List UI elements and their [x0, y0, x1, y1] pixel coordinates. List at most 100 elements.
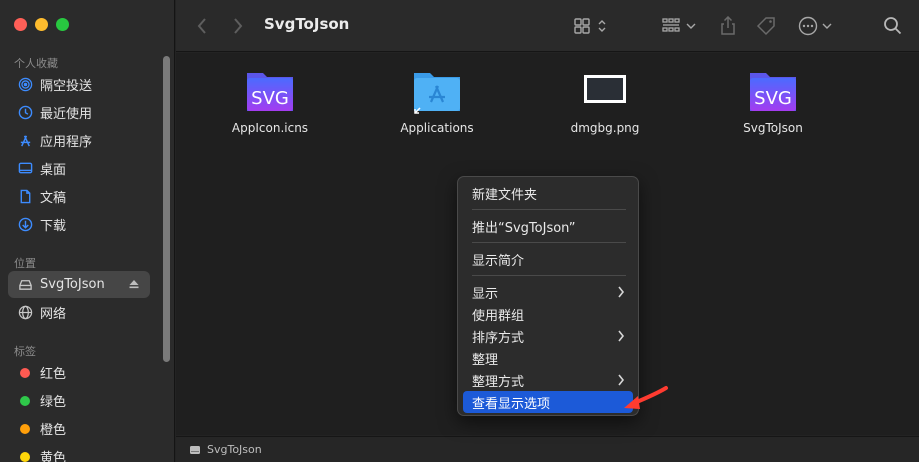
sidebar-item-applications[interactable]: 应用程序	[8, 127, 150, 154]
sidebar-item-label: 隔空投送	[40, 79, 93, 94]
sidebar-scrollbar[interactable]	[163, 56, 170, 362]
menu-item-sort-by[interactable]: 排序方式	[463, 325, 633, 347]
green-tag-icon	[20, 395, 30, 406]
sidebar-tag-orange[interactable]: 橙色	[8, 415, 150, 442]
file-item-svgtojson[interactable]: SVG SvgToJson	[708, 65, 838, 135]
applications-icon	[17, 133, 33, 149]
menu-item-label: 整理	[472, 352, 499, 368]
menu-item-label: 排序方式	[472, 330, 525, 346]
menu-item-label: 显示	[472, 286, 499, 302]
red-tag-icon	[20, 367, 30, 378]
path-bar: SvgToJson	[176, 436, 919, 462]
sidebar-item-label: 桌面	[40, 163, 67, 178]
view-mode-button[interactable]	[574, 14, 610, 38]
chevron-left-icon	[197, 18, 206, 34]
menu-item-label: 使用群组	[472, 308, 525, 324]
menu-item-eject[interactable]: 推出“SvgToJson”	[463, 215, 633, 237]
sidebar-item-label: 最近使用	[40, 107, 93, 122]
chevron-right-icon	[618, 330, 625, 342]
sidebar-item-svgtojson[interactable]: SvgToJson	[8, 271, 150, 298]
sidebar-item-desktop[interactable]: 桌面	[8, 155, 150, 182]
sidebar-item-label: 网络	[40, 307, 67, 322]
svg-badge-icon: SVG	[247, 73, 293, 111]
sidebar-item-label: 应用程序	[40, 135, 93, 150]
file-item-applications[interactable]: Applications	[372, 65, 502, 135]
locations-header: 位置	[14, 257, 36, 270]
file-name: dmgbg.png	[570, 121, 640, 135]
search-button[interactable]	[883, 14, 903, 38]
file-name: SvgToJson	[743, 121, 803, 135]
window-controls	[14, 18, 69, 31]
sidebar-item-downloads[interactable]: 下载	[8, 211, 150, 238]
sidebar-tag-green[interactable]: 绿色	[8, 387, 150, 414]
eject-icon[interactable]	[128, 278, 140, 290]
clock-icon	[17, 105, 33, 121]
sidebar-item-airdrop[interactable]: 隔空投送	[8, 71, 150, 98]
file-name: AppIcon.icns	[231, 121, 309, 135]
path-bar-label[interactable]: SvgToJson	[207, 443, 262, 456]
menu-item-label: 新建文件夹	[472, 187, 538, 203]
menu-separator	[472, 242, 626, 243]
sidebar-item-label: 绿色	[40, 395, 67, 410]
document-icon	[17, 189, 33, 205]
airdrop-icon	[17, 77, 33, 93]
sidebar-item-documents[interactable]: 文稿	[8, 183, 150, 210]
annotation-arrow-icon	[624, 386, 668, 409]
menu-separator	[472, 209, 626, 210]
file-icon-text: SVG	[754, 88, 792, 109]
tag-icon	[756, 17, 775, 36]
forward-button[interactable]	[232, 14, 244, 38]
sidebar-item-label: 红色	[40, 367, 67, 382]
sidebar-item-recents[interactable]: 最近使用	[8, 99, 150, 126]
file-item-dmgbg[interactable]: dmgbg.png	[540, 65, 670, 135]
menu-item-show-view[interactable]: 显示	[463, 281, 633, 303]
menu-item-label: 整理方式	[472, 374, 525, 390]
menu-item-get-info[interactable]: 显示简介	[463, 248, 633, 270]
menu-item-label: 显示简介	[472, 253, 525, 269]
context-menu: 新建文件夹 推出“SvgToJson” 显示简介 显示 使用群组 排序方式 整理…	[457, 176, 639, 416]
menu-item-clean-up[interactable]: 整理	[463, 347, 633, 369]
orange-tag-icon	[20, 423, 30, 434]
menu-separator	[472, 275, 626, 276]
yellow-tag-icon	[20, 451, 30, 462]
menu-item-clean-up-by[interactable]: 整理方式	[463, 369, 633, 391]
svg-badge-icon: SVG	[750, 73, 796, 111]
chevron-right-icon	[234, 18, 243, 34]
disk-icon	[190, 445, 200, 454]
sidebar: 个人收藏 隔空投送 最近使用 应用程序 桌面 文稿 下载 位置 SvgToJso…	[0, 0, 175, 462]
share-button[interactable]	[719, 14, 737, 38]
menu-item-label: 查看显示选项	[472, 396, 551, 412]
sidebar-item-label: 橙色	[40, 423, 67, 438]
menu-item-new-folder[interactable]: 新建文件夹	[463, 182, 633, 204]
network-icon	[17, 305, 33, 321]
back-button[interactable]	[196, 14, 208, 38]
group-button[interactable]	[662, 14, 698, 38]
menu-item-use-groups[interactable]: 使用群组	[463, 303, 633, 325]
sidebar-item-network[interactable]: 网络	[8, 299, 150, 326]
file-name: Applications	[400, 121, 474, 135]
close-window-button[interactable]	[14, 18, 27, 31]
finder-window: 个人收藏 隔空投送 最近使用 应用程序 桌面 文稿 下载 位置 SvgToJso…	[0, 0, 919, 462]
sidebar-tag-yellow[interactable]: 黄色	[8, 443, 150, 462]
ellipsis-circle-icon	[798, 16, 832, 36]
tag-button[interactable]	[756, 14, 778, 38]
sidebar-item-label: 文稿	[40, 191, 67, 206]
group-icon	[662, 18, 696, 32]
sidebar-item-label: 下载	[40, 219, 67, 234]
chevron-right-icon	[618, 286, 625, 298]
tags-header: 标签	[14, 345, 36, 358]
minimize-window-button[interactable]	[35, 18, 48, 31]
sidebar-tag-red[interactable]: 红色	[8, 359, 150, 386]
menu-item-show-view-options[interactable]: 查看显示选项	[463, 391, 633, 413]
file-icon-text: SVG	[251, 88, 289, 109]
toolbar: SvgToJson	[176, 0, 919, 52]
desktop-icon	[17, 161, 33, 177]
sidebar-item-label: 黄色	[40, 451, 67, 462]
download-icon	[17, 217, 33, 233]
share-icon	[721, 16, 735, 35]
image-thumbnail-icon	[584, 75, 626, 103]
disk-icon	[17, 277, 33, 293]
zoom-window-button[interactable]	[56, 18, 69, 31]
more-actions-button[interactable]	[798, 14, 838, 38]
file-item-appicon[interactable]: SVG AppIcon.icns	[205, 65, 335, 135]
